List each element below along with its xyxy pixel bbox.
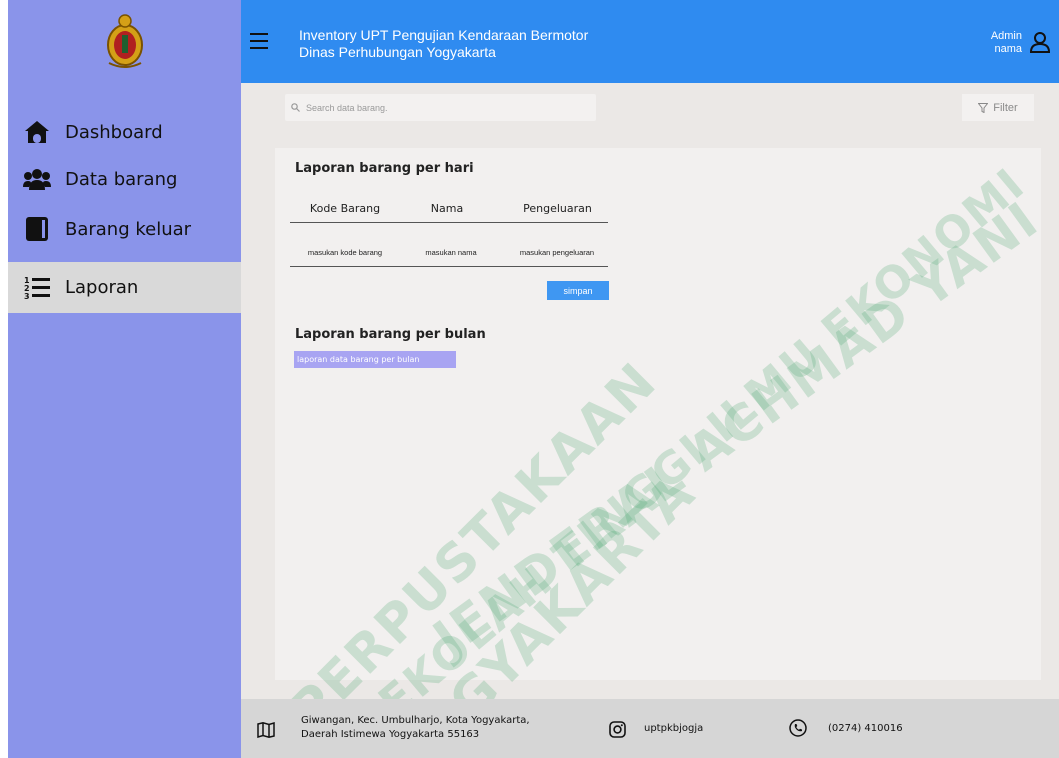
filter-label: Filter <box>993 101 1018 114</box>
sidebar-item-label: Laporan <box>65 277 139 298</box>
logo <box>8 0 241 83</box>
sidebar: Dashboard Data barang Barang keluar 123 … <box>8 0 241 758</box>
daily-report-title: Laporan barang per hari <box>295 161 474 176</box>
app-title-line2: Dinas Perhubungan Yogyakarta <box>299 44 496 60</box>
phone-number: (0274) 410016 <box>828 723 903 734</box>
map-icon <box>257 722 275 738</box>
column-header-pengeluaran: Pengeluaran <box>523 202 592 215</box>
filter-icon <box>978 102 989 113</box>
menu-icon[interactable] <box>250 33 268 49</box>
admin-info: Admin nama <box>991 30 1022 56</box>
admin-label: Admin <box>990 30 1022 42</box>
table-divider <box>290 222 608 223</box>
phone-icon <box>789 719 807 737</box>
address-line2: Daerah Istimewa Yogyakarta 55163 <box>301 729 480 740</box>
users-icon <box>22 164 52 194</box>
sidebar-item-dashboard[interactable]: Dashboard <box>8 108 241 156</box>
sidebar-item-label: Data barang <box>65 168 178 190</box>
app-title-line1: Inventory UPT Pengujian Kendaraan Bermot… <box>299 27 589 43</box>
user-icon[interactable] <box>1029 31 1051 53</box>
search-icon <box>291 103 300 112</box>
save-button[interactable]: simpan <box>547 281 609 300</box>
admin-name: nama <box>994 43 1022 55</box>
filter-button[interactable]: Filter <box>962 94 1034 121</box>
book-icon <box>22 214 52 244</box>
search-input[interactable]: Search data barang. <box>285 94 596 121</box>
column-header-kode: Kode Barang <box>309 202 381 215</box>
svg-text:3: 3 <box>24 292 30 301</box>
footer-address: Giwangan, Kec. Umbulharjo, Kota Yogyakar… <box>301 714 530 742</box>
monthly-report-title: Laporan barang per bulan <box>295 327 486 342</box>
sidebar-item-label: Barang keluar <box>65 218 192 240</box>
nama-input[interactable]: masukan nama <box>412 248 490 257</box>
app-title: Inventory UPT Pengujian Kendaraan Bermot… <box>299 27 588 61</box>
footer: Giwangan, Kec. Umbulharjo, Kota Yogyakar… <box>241 699 1059 758</box>
emblem-logo-icon <box>106 13 143 68</box>
home-icon <box>22 117 52 147</box>
sidebar-item-barang-keluar[interactable]: Barang keluar <box>8 205 241 253</box>
input-divider <box>290 266 608 267</box>
report-panel <box>275 148 1041 680</box>
sidebar-item-laporan[interactable]: 123 Laporan <box>8 262 241 313</box>
numbered-list-icon: 123 <box>22 273 52 303</box>
monthly-report-button[interactable]: laporan data barang per bulan <box>294 351 456 368</box>
top-header: Inventory UPT Pengujian Kendaraan Bermot… <box>241 0 1059 83</box>
kode-barang-input[interactable]: masukan kode barang <box>292 248 398 257</box>
sidebar-item-label: Dashboard <box>65 121 163 143</box>
pengeluaran-input[interactable]: masukan pengeluaran <box>506 248 608 257</box>
instagram-icon[interactable] <box>609 721 626 738</box>
search-placeholder: Search data barang. <box>306 102 388 113</box>
sidebar-item-data-barang[interactable]: Data barang <box>8 155 241 203</box>
instagram-handle[interactable]: uptpkbjogja <box>644 722 703 736</box>
address-line1: Giwangan, Kec. Umbulharjo, Kota Yogyakar… <box>301 715 530 726</box>
column-header-nama: Nama <box>430 202 464 215</box>
